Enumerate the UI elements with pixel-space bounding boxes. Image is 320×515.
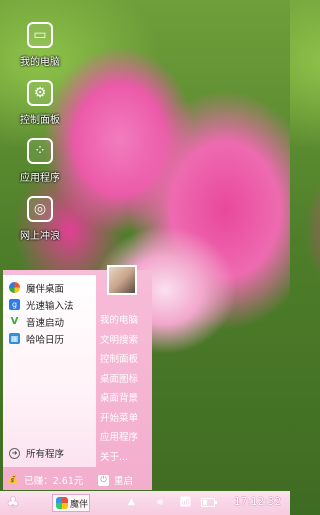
g-keyboard-icon: g [9, 299, 20, 310]
tray-expand-icon[interactable]: ▲ [128, 497, 135, 507]
app-label: 光速输入法 [26, 300, 74, 312]
globe-icon: ◎ [27, 196, 53, 222]
money-bag-icon: 💰 [7, 475, 19, 485]
restart-label: 重启 [114, 476, 134, 487]
battery-icon [201, 498, 217, 507]
all-programs-button[interactable]: ➜ 所有程序 [9, 446, 64, 460]
start-menu-item-speed-input[interactable]: g 光速输入法 [3, 296, 96, 313]
pinwheel-icon [9, 282, 20, 293]
task-label: 魔伴 [70, 499, 89, 510]
start-menu-item-mobo-desktop[interactable]: 魔伴桌面 [3, 279, 96, 296]
avatar[interactable] [107, 265, 137, 295]
link-desktop-background[interactable]: 桌面背景 [100, 389, 152, 409]
link-my-computer[interactable]: 我的电脑 [100, 311, 152, 331]
taskbar-app-mobo[interactable]: 魔伴 [52, 494, 90, 512]
volume-icon[interactable]: 🔊︎ [157, 497, 163, 508]
earnings-display[interactable]: 💰 已赚：2.61元 [3, 473, 98, 487]
app-label: 音速启动 [26, 317, 65, 329]
start-menu-quick-links: 我的电脑 文明搜索 控制面板 桌面图标 桌面背景 开始菜单 应用程序 关于... [100, 311, 152, 467]
monitor-icon: ▭ [27, 22, 53, 48]
earnings-label: 已赚：2.61元 [24, 476, 84, 487]
desktop-icon-label: 我的电脑 [20, 57, 60, 68]
arrow-right-icon: ➜ [9, 447, 20, 459]
gear-icon: ⚙ [27, 80, 53, 106]
taskbar: ♣ 魔伴 ▲ 🔊︎ 📶︎ 17:12:32 [0, 491, 290, 515]
clover-icon: ♣ [6, 495, 20, 511]
clock[interactable]: 17:12:32 [234, 496, 281, 508]
desktop-icon-label: 控制面板 [20, 115, 60, 126]
calendar-icon: ▦ [9, 333, 20, 344]
link-start-menu[interactable]: 开始菜单 [100, 409, 152, 429]
app-label: 哈哈日历 [26, 334, 65, 346]
start-menu: 魔伴桌面 g 光速输入法 V 音速启动 ▦ 哈哈日历 ➜ 所有程序 我的电脑 文… [3, 265, 152, 490]
power-icon: ⏻ [98, 474, 109, 486]
start-menu-footer: 💰 已赚：2.61元 ⏻ 重启 [3, 470, 152, 490]
link-applications[interactable]: 应用程序 [100, 428, 152, 448]
apps-grid-icon: ⁘ [27, 138, 53, 164]
app-label: 魔伴桌面 [26, 283, 65, 295]
desktop-icon-label: 应用程序 [20, 173, 60, 184]
restart-button[interactable]: ⏻ 重启 [98, 473, 133, 487]
link-desktop-icons[interactable]: 桌面图标 [100, 370, 152, 390]
wifi-icon[interactable]: 📶︎ [179, 497, 192, 508]
desktop-icon-label: 网上冲浪 [20, 231, 60, 242]
v-launcher-icon: V [10, 316, 19, 327]
desktop-icon-applications[interactable]: ⁘ 应用程序 [12, 138, 68, 184]
link-search[interactable]: 文明搜索 [100, 331, 152, 351]
desktop-icon-my-computer[interactable]: ▭ 我的电脑 [12, 22, 68, 68]
start-button[interactable]: ♣ [0, 495, 26, 511]
all-programs-label: 所有程序 [26, 449, 65, 460]
start-menu-item-haha-calendar[interactable]: ▦ 哈哈日历 [3, 330, 96, 347]
desktop-icon-web-surfing[interactable]: ◎ 网上冲浪 [12, 196, 68, 242]
pinwheel-icon [56, 497, 68, 509]
link-control-panel[interactable]: 控制面板 [100, 350, 152, 370]
desktop-icon-control-panel[interactable]: ⚙ 控制面板 [12, 80, 68, 126]
start-menu-app-list: 魔伴桌面 g 光速输入法 V 音速启动 ▦ 哈哈日历 ➜ 所有程序 [3, 275, 96, 467]
start-menu-item-sonic-launcher[interactable]: V 音速启动 [3, 313, 96, 330]
link-about[interactable]: 关于... [100, 448, 152, 468]
